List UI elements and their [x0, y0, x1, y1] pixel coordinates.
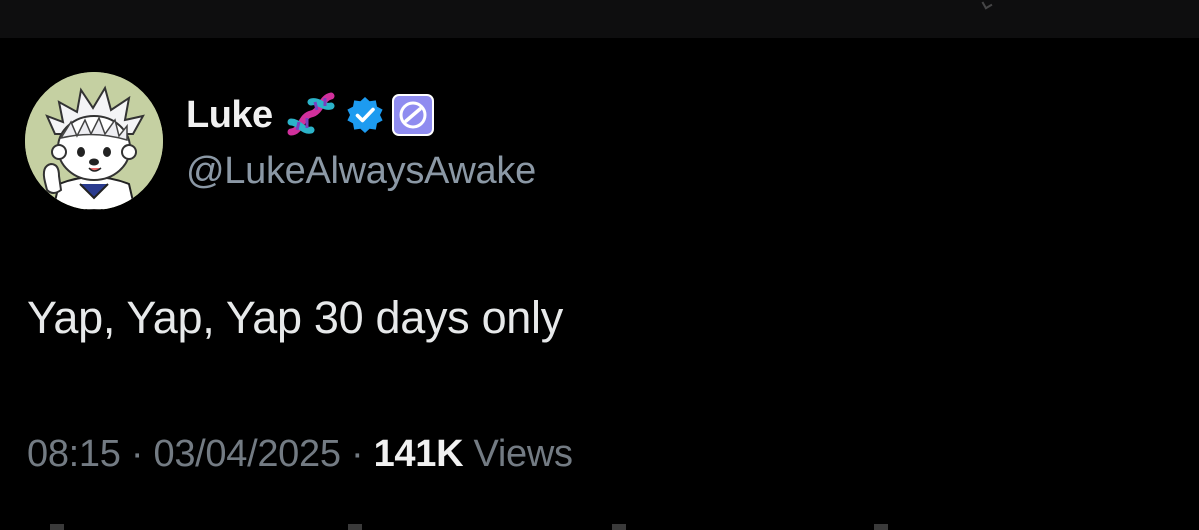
author-handle[interactable]: @LukeAlwaysAwake: [186, 150, 536, 193]
top-navigation-bar: [0, 0, 1199, 38]
author-name-row: Luke: [186, 92, 434, 138]
meta-separator: ·: [130, 433, 144, 475]
views-label: Views: [473, 433, 573, 475]
tweet-time[interactable]: 08:15: [27, 433, 121, 475]
views-count[interactable]: 141K: [374, 433, 464, 475]
partial-icon: [981, 0, 993, 10]
avatar-image: [25, 72, 163, 210]
meta-separator: ·: [350, 433, 364, 475]
verified-checkmark-icon[interactable]: [345, 95, 385, 135]
divider-fragment: [348, 524, 362, 530]
tweet-text: Yap, Yap, Yap 30 days only: [27, 292, 563, 343]
tweet-metadata: 08:15 · 03/04/2025 · 141K Views: [27, 433, 573, 476]
tweet-date[interactable]: 03/04/2025: [153, 433, 340, 475]
divider-fragment: [874, 524, 888, 530]
divider-fragment: [50, 524, 64, 530]
tweet-page: Luke @LukeAlwaysAwake Yap, Yap, Yap 30 d…: [0, 0, 1199, 530]
author-display-name[interactable]: Luke: [186, 94, 273, 137]
avatar[interactable]: [25, 72, 163, 210]
dna-emoji-icon: [287, 92, 335, 136]
divider-fragment: [612, 524, 626, 530]
affiliate-badge-icon[interactable]: [391, 94, 434, 136]
